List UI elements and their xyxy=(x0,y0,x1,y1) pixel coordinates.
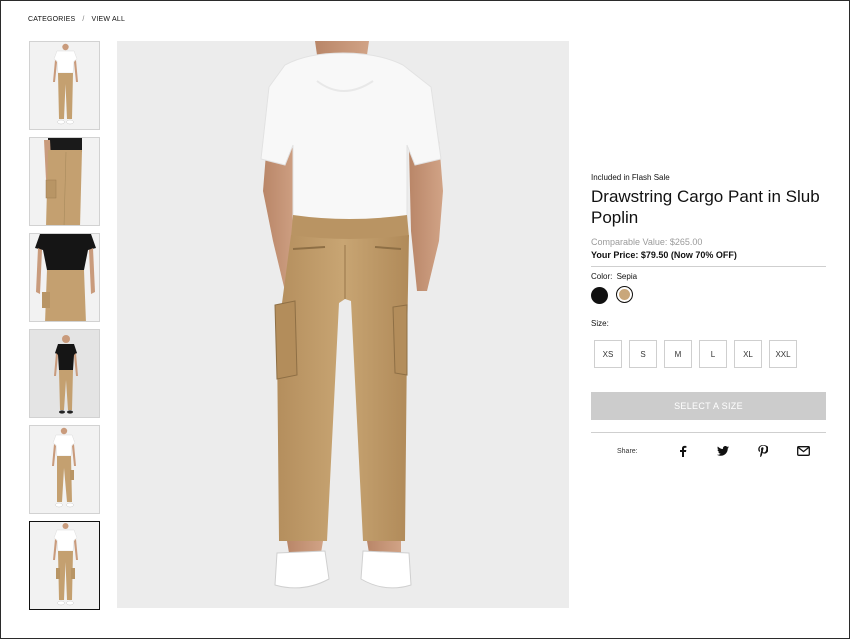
thumbnail-6[interactable] xyxy=(29,521,100,610)
size-button-xxl[interactable]: XXL xyxy=(769,340,797,368)
size-options: XS S M L XL XXL xyxy=(594,340,826,368)
color-row: Color: Sepia xyxy=(591,272,826,281)
size-button-m[interactable]: M xyxy=(664,340,692,368)
facebook-icon[interactable] xyxy=(663,444,703,458)
share-row: Share: xyxy=(617,444,826,458)
color-label: Color: xyxy=(591,272,613,281)
share-divider xyxy=(591,432,826,433)
your-price: Your Price: $79.50 (Now 70% OFF) xyxy=(591,250,737,260)
page-frame: CATEGORIES / VIEW ALL Included in Flash … xyxy=(0,0,850,639)
share-label: Share: xyxy=(617,447,638,455)
product-title: Drawstring Cargo Pant in Slub Poplin xyxy=(591,187,820,227)
breadcrumb-categories-link[interactable]: CATEGORIES xyxy=(28,16,75,23)
thumbnail-image-front-angle-white-tee xyxy=(30,426,99,513)
size-button-xs[interactable]: XS xyxy=(594,340,622,368)
thumbnail-image-pocket-detail xyxy=(30,138,99,225)
thumbnail-image-full-body-black-tee xyxy=(30,330,99,417)
breadcrumb-view-all-link[interactable]: VIEW ALL xyxy=(92,16,126,23)
thumbnail-5[interactable] xyxy=(29,425,100,514)
size-button-xl[interactable]: XL xyxy=(734,340,762,368)
pinterest-icon[interactable] xyxy=(743,444,783,458)
swatch-black[interactable] xyxy=(591,287,608,304)
thumbnail-3[interactable] xyxy=(29,233,100,322)
swatch-sepia[interactable] xyxy=(616,286,633,303)
thumbnail-2[interactable] xyxy=(29,137,100,226)
thumbnail-image-back-white-tee xyxy=(30,522,99,609)
flash-sale-label: Included in Flash Sale xyxy=(591,173,670,182)
size-button-l[interactable]: L xyxy=(699,340,727,368)
size-label: Size: xyxy=(591,319,609,328)
price-divider xyxy=(591,266,826,267)
color-selected-value: Sepia xyxy=(616,272,638,281)
main-image-back-view-cargo-pant xyxy=(117,41,569,608)
breadcrumb: CATEGORIES / VIEW ALL xyxy=(28,16,125,23)
breadcrumb-separator: / xyxy=(82,16,85,23)
thumbnail-4[interactable] xyxy=(29,329,100,418)
thumbnail-image-front-white-tee xyxy=(30,42,99,129)
select-a-size-button[interactable]: SELECT A SIZE xyxy=(591,392,826,420)
email-icon[interactable] xyxy=(783,444,823,458)
color-swatches xyxy=(591,286,826,304)
twitter-icon[interactable] xyxy=(703,444,743,458)
thumbnail-1[interactable] xyxy=(29,41,100,130)
main-product-image[interactable] xyxy=(117,41,569,608)
comparable-value: Comparable Value: $265.00 xyxy=(591,237,703,247)
size-button-s[interactable]: S xyxy=(629,340,657,368)
thumbnail-image-front-black-tee xyxy=(30,234,99,321)
product-info-panel: Included in Flash Sale Drawstring Cargo … xyxy=(591,173,826,458)
